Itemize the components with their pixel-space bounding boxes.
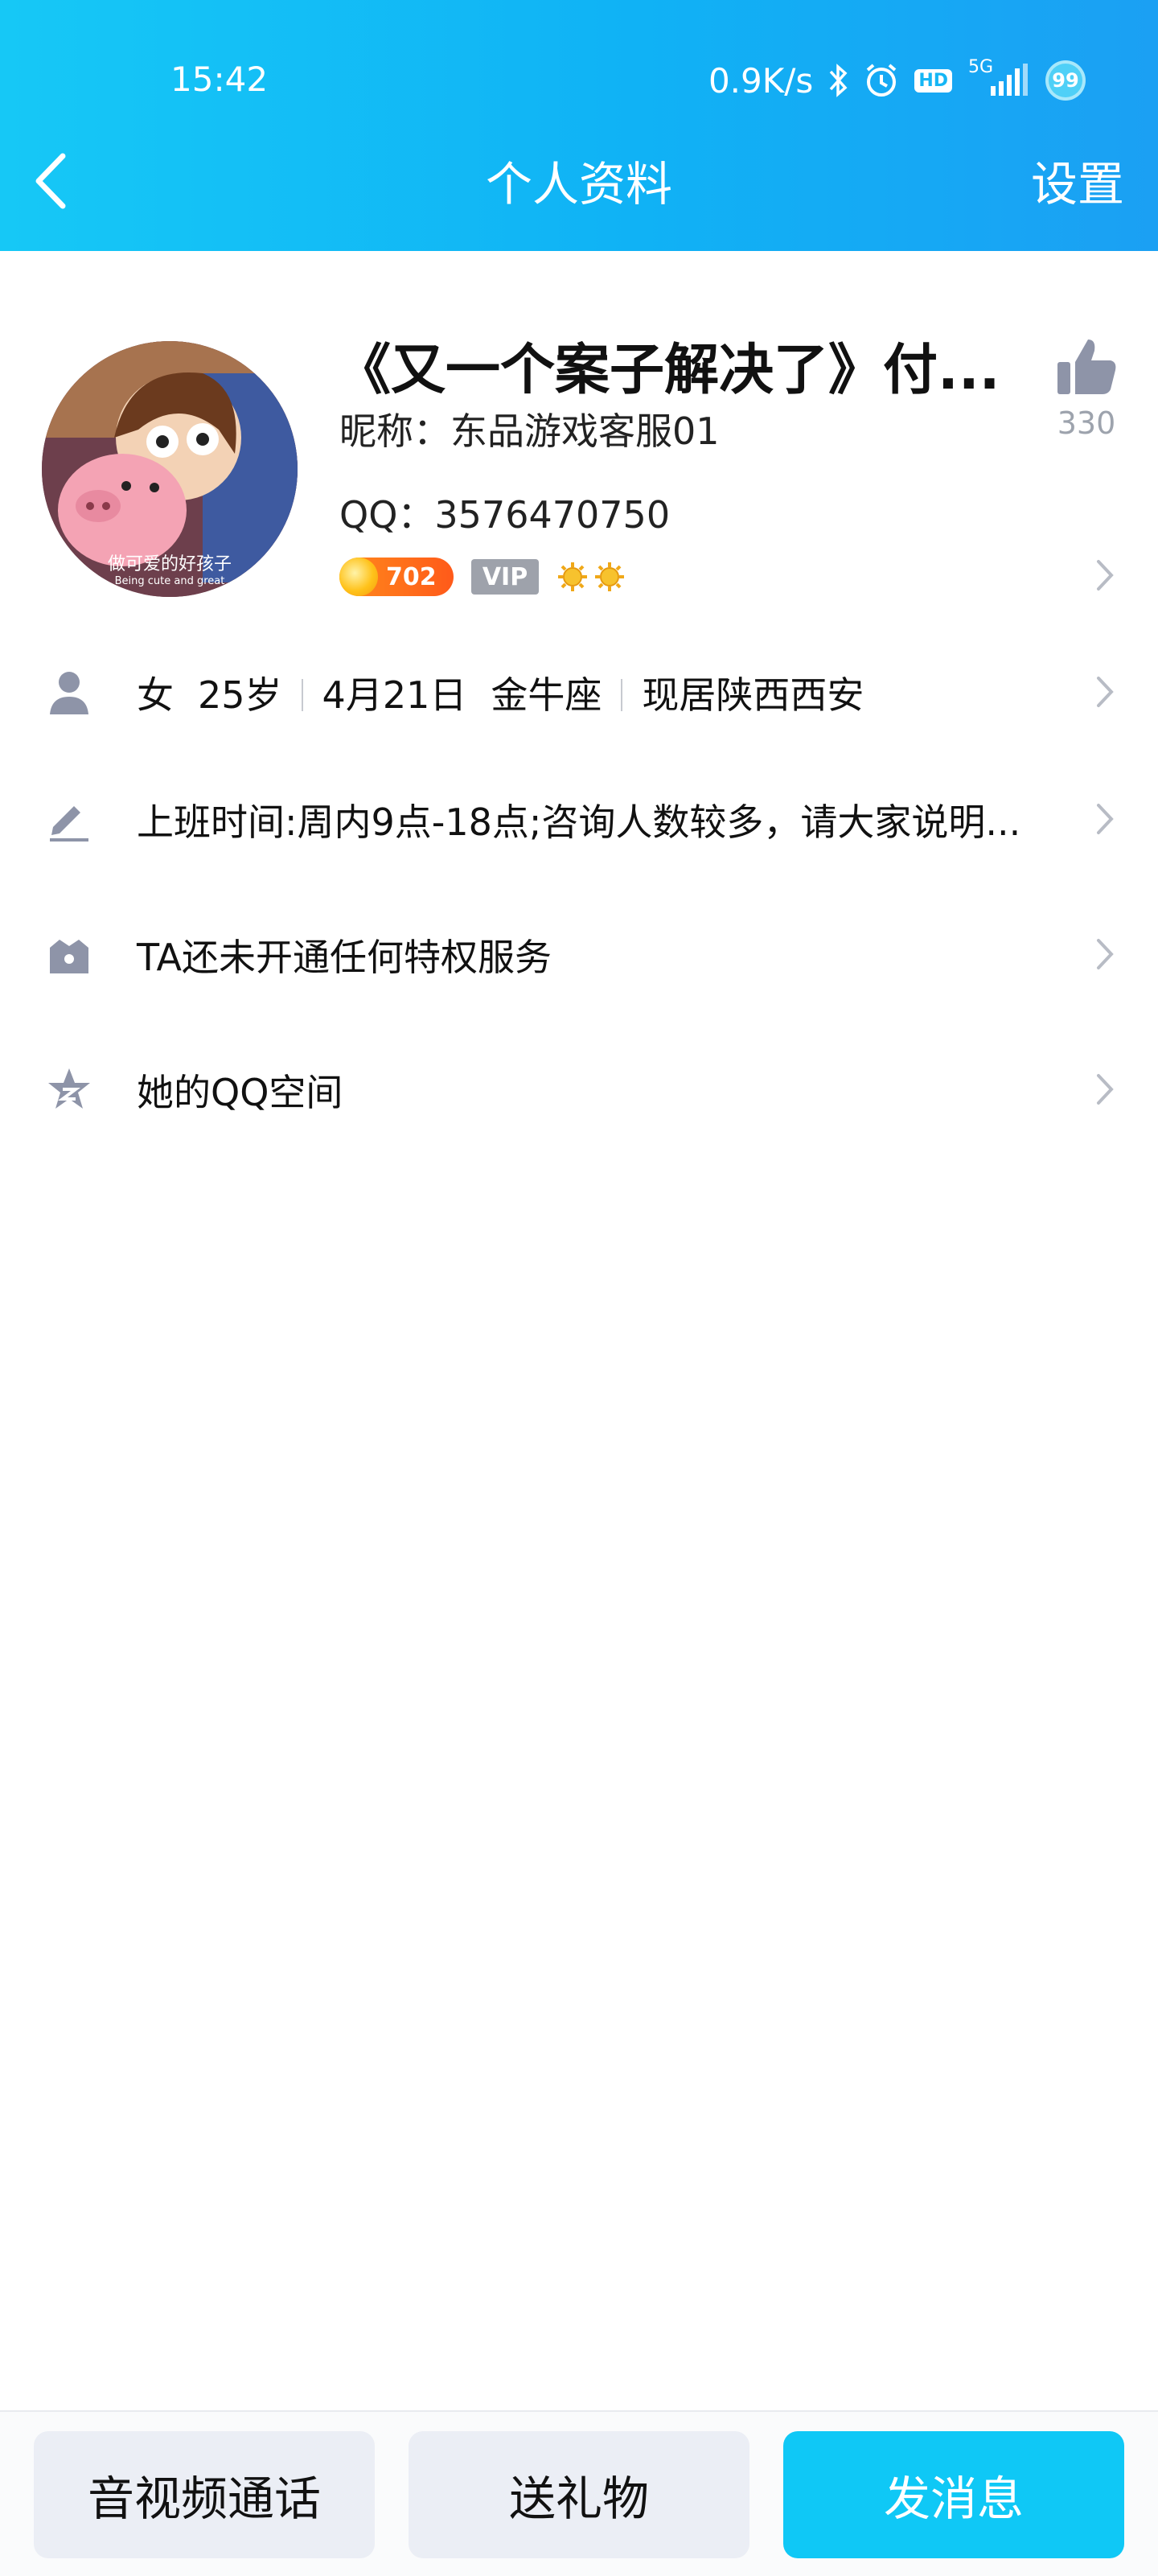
- avatar-caption-en: Being cute and great: [115, 575, 225, 587]
- settings-button[interactable]: 设置: [1031, 146, 1124, 214]
- gift-button[interactable]: 送礼物: [409, 2431, 749, 2558]
- nickname: 昵称：东品游戏客服01: [339, 409, 720, 453]
- chevron-right-icon: [1097, 939, 1114, 969]
- pencil-icon: [50, 806, 88, 842]
- chevron-right-icon[interactable]: [1094, 557, 1116, 594]
- battery-icon: 99: [1045, 60, 1086, 101]
- avatar[interactable]: 做可爱的好孩子 Being cute and great: [42, 341, 298, 597]
- crown-icon: [50, 940, 88, 973]
- person-icon: [50, 672, 88, 714]
- privilege-row[interactable]: TA还未开通任何特权服务: [0, 906, 1158, 1002]
- qzone-star-icon: [48, 1068, 90, 1109]
- avatar-caption: 做可爱的好孩子: [108, 554, 232, 574]
- qzone-row[interactable]: 她的QQ空间: [0, 1041, 1158, 1138]
- thumbs-up-icon: [1057, 339, 1116, 394]
- hd-icon: HD: [914, 68, 952, 93]
- birthday: 4月21日: [322, 673, 467, 717]
- chevron-right-icon: [1097, 804, 1114, 834]
- chevron-right-icon: [1097, 677, 1114, 707]
- sun-level-icon: [595, 562, 624, 591]
- bluetooth-icon: [830, 64, 848, 97]
- badge-row[interactable]: 702 VIP: [339, 555, 626, 599]
- like-count: 330: [1057, 405, 1116, 441]
- coin-level: 702: [386, 562, 437, 591]
- status-time: 15:42: [170, 60, 269, 99]
- signature-text: 上班时间:周内9点-18点;咨询人数较多，请大家说明...: [137, 800, 1021, 844]
- display-name: 《又一个案子解决了》付...: [336, 339, 1000, 402]
- coin-icon: [339, 558, 378, 596]
- call-button[interactable]: 音视频通话: [34, 2431, 375, 2558]
- coin-level-badge[interactable]: 702: [339, 558, 454, 596]
- privilege-text: TA还未开通任何特权服务: [137, 936, 552, 979]
- gender: 女: [137, 673, 174, 717]
- like-button[interactable]: 330: [1050, 335, 1123, 441]
- bottom-action-bar: 音视频通话 送礼物 发消息: [0, 2410, 1158, 2576]
- net-speed: 0.9K/s: [708, 60, 814, 101]
- battery-level: 99: [1052, 69, 1079, 92]
- page-title: 个人资料: [485, 157, 672, 212]
- avatar-image: 做可爱的好孩子 Being cute and great: [42, 341, 298, 597]
- age: 25岁: [198, 673, 282, 717]
- send-message-button[interactable]: 发消息: [783, 2431, 1124, 2558]
- level-icons: [556, 561, 626, 593]
- signature-row[interactable]: 上班时间:周内9点-18点;咨询人数较多，请大家说明...: [0, 771, 1158, 867]
- header-bar: 15:42 0.9K/s HD 5G 99 个人资料 设置: [0, 0, 1158, 251]
- status-icons: 0.9K/s HD 5G 99: [708, 50, 1086, 111]
- qzone-text: 她的QQ空间: [137, 1071, 343, 1114]
- vip-badge[interactable]: VIP: [471, 559, 539, 595]
- qq-number: QQ：3576470750: [339, 493, 671, 537]
- basic-info-text: 女 25岁 4月21日 金牛座 现居陕西西安: [137, 666, 864, 719]
- sun-level-icon: [558, 562, 587, 591]
- basic-info-row[interactable]: 女 25岁 4月21日 金牛座 现居陕西西安: [0, 644, 1158, 740]
- location: 现居陕西西安: [642, 673, 864, 717]
- alarm-icon: [867, 64, 897, 97]
- chevron-right-icon: [1097, 1074, 1114, 1105]
- signal-icon: 5G: [967, 57, 1031, 99]
- zodiac: 金牛座: [491, 673, 602, 717]
